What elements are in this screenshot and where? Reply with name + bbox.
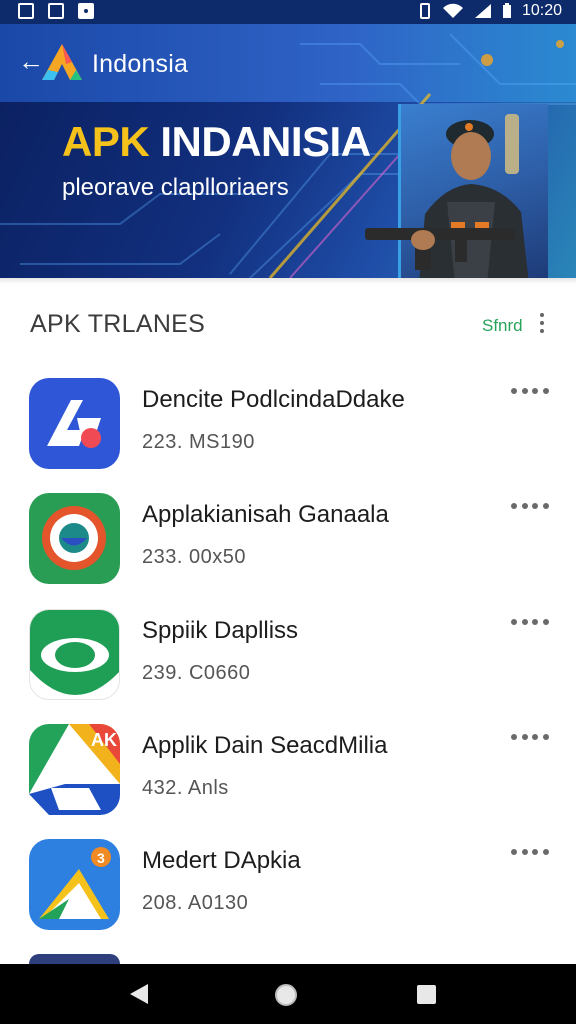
banner-title: APK INDANISIA bbox=[62, 118, 371, 166]
app-name: Dencite PodlcindaDdake bbox=[142, 386, 405, 413]
app-meta: 208. A0130 bbox=[142, 892, 249, 914]
section-more-vert-icon[interactable] bbox=[535, 313, 549, 337]
wifi-icon bbox=[442, 3, 463, 18]
multicolor-drive-logo-icon: AK bbox=[29, 724, 120, 815]
nav-home-icon[interactable] bbox=[275, 984, 297, 1006]
green-ring-logo-icon bbox=[29, 493, 120, 584]
app-name: Applakianisah Ganaala bbox=[142, 501, 389, 528]
banner-subtitle: pleorave claplloriaers bbox=[62, 174, 289, 201]
clock: 10:20 bbox=[521, 2, 562, 19]
system-icons: 10:20 bbox=[418, 2, 562, 20]
soldier-illustration bbox=[365, 114, 529, 278]
more-options-icon[interactable] bbox=[511, 388, 549, 398]
notification-icons bbox=[18, 3, 94, 19]
more-options-icon[interactable] bbox=[511, 849, 549, 859]
partial-app-icon bbox=[29, 954, 120, 964]
nav-back-icon[interactable] bbox=[130, 984, 148, 1004]
list-item[interactable]: Sppiik Daplliss 239. C0660 bbox=[0, 609, 576, 719]
status-bar: 10:20 bbox=[0, 0, 576, 24]
image-notification-icon bbox=[18, 3, 34, 19]
svg-text:3: 3 bbox=[97, 850, 105, 866]
app-meta: 239. C0660 bbox=[142, 662, 251, 684]
more-options-icon[interactable] bbox=[511, 619, 549, 629]
app-name: Sppiik Daplliss bbox=[142, 617, 299, 644]
blue-play-logo-icon: 3 bbox=[29, 839, 120, 930]
app-notification-icon bbox=[78, 3, 94, 19]
green-eye-logo-icon bbox=[29, 609, 120, 700]
list-item[interactable]: 3 Medert DApkia 208. A0130 bbox=[0, 839, 576, 949]
app-name: Medert DApkia bbox=[142, 847, 301, 874]
navigation-bar bbox=[0, 964, 576, 1024]
app-meta: 223. MS190 bbox=[142, 431, 255, 453]
app-meta: 432. Anls bbox=[142, 777, 229, 799]
signal-icon bbox=[474, 4, 491, 18]
section-title: APK TRLANES bbox=[30, 310, 206, 338]
sort-button[interactable]: Sfnrd bbox=[482, 316, 523, 336]
app-logo-icon bbox=[42, 44, 82, 80]
battery-icon bbox=[502, 3, 511, 18]
svg-text:AK: AK bbox=[91, 730, 117, 750]
banner-title-apk: APK bbox=[62, 118, 150, 165]
apk-list-section: APK TRLANES Sfnrd Dencite PodlcindaDdake… bbox=[0, 278, 576, 964]
more-options-icon[interactable] bbox=[511, 734, 549, 744]
vibrate-icon bbox=[419, 3, 430, 19]
banner-title-country: INDANISIA bbox=[160, 118, 371, 165]
chart-notification-icon bbox=[48, 3, 64, 19]
blue-triangle-logo-icon bbox=[29, 378, 120, 469]
list-item[interactable]: AK Applik Dain SeacdMilia 432. Anls bbox=[0, 724, 576, 834]
header-banner: ← Indonsia APK INDANISIA pleorave clapll… bbox=[0, 24, 576, 278]
list-item[interactable]: Applakianisah Ganaala 233. 00x50 bbox=[0, 493, 576, 603]
app-meta: 233. 00x50 bbox=[142, 546, 246, 568]
app-name: Applik Dain SeacdMilia bbox=[142, 732, 388, 759]
more-options-icon[interactable] bbox=[511, 503, 549, 513]
nav-recents-icon[interactable] bbox=[417, 985, 436, 1004]
list-item[interactable]: Dencite PodlcindaDdake 223. MS190 bbox=[0, 378, 576, 488]
header-title: Indonsia bbox=[92, 50, 189, 78]
